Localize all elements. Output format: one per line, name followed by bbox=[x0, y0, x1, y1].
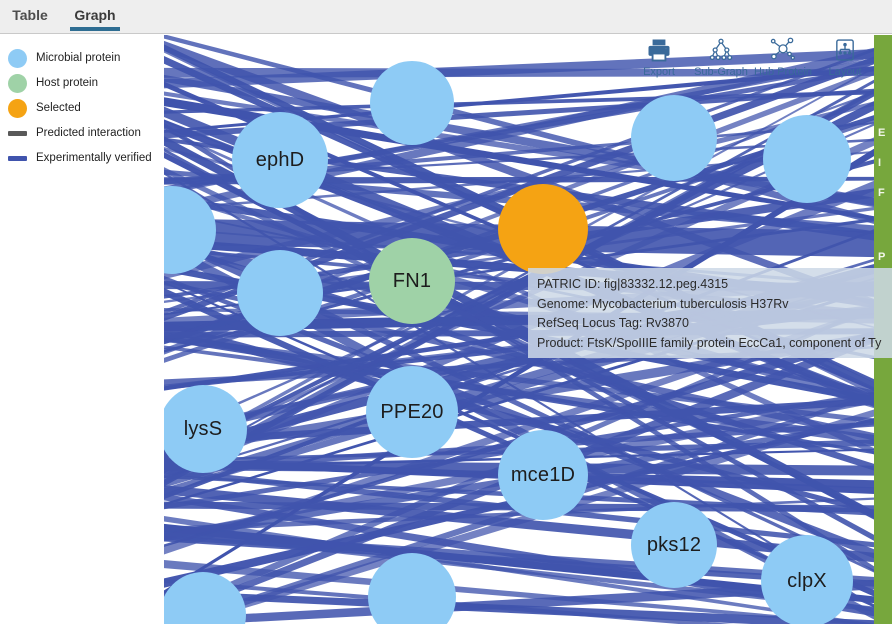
graph-node-fn1[interactable]: FN1 bbox=[369, 238, 455, 324]
tooltip-line-genome: Genome: Mycobacterium tuberculosis H37Rv bbox=[537, 296, 789, 311]
green-bar-fragment-4: P bbox=[878, 251, 886, 263]
tab-graph-label: Graph bbox=[74, 7, 116, 23]
graph-node-label: mce1D bbox=[510, 463, 576, 486]
legend-panel: Microbial protein Host protein Selected … bbox=[0, 34, 164, 624]
layout-label: Layout bbox=[828, 66, 862, 78]
graph-node-label: PPE20 bbox=[380, 400, 444, 423]
green-bar-fragment-1: E bbox=[878, 127, 886, 139]
hub-protein-label: Hub Protein bbox=[753, 66, 813, 78]
sub-graph-button[interactable]: Sub-Graph bbox=[690, 36, 752, 86]
predicted-interaction-icon bbox=[8, 131, 27, 136]
export-button[interactable]: Export bbox=[628, 36, 690, 86]
export-label: Export bbox=[643, 66, 675, 78]
node-tooltip: PATRIC ID: fig|83332.12.peg.4315 Genome:… bbox=[528, 268, 892, 358]
graph-node-clpx[interactable]: clpX bbox=[761, 535, 853, 624]
graph-node-pks12[interactable]: pks12 bbox=[631, 502, 717, 588]
graph-node-n7[interactable] bbox=[237, 250, 323, 336]
graph-node-label: pks12 bbox=[646, 533, 702, 556]
graph-node-label: clpX bbox=[787, 569, 827, 592]
tooltip-line-product: Product: FtsK/SpoIIIE family protein Ecc… bbox=[537, 335, 882, 350]
host-protein-icon bbox=[8, 74, 27, 93]
hub-protein-button[interactable]: Hub Protein bbox=[752, 36, 814, 86]
graph-toolbar: Export Sub-Graph Hub Protein Layout bbox=[628, 36, 876, 86]
tooltip-line-patric-id: PATRIC ID: fig|83332.12.peg.4315 bbox=[537, 277, 729, 291]
subgraph-icon bbox=[690, 36, 752, 66]
graph-node-n5[interactable] bbox=[763, 115, 851, 203]
green-bar-fragment-2: I bbox=[878, 157, 882, 169]
legend-label-predicted-interaction: Predicted interaction bbox=[36, 127, 141, 139]
legend-item-microbial-protein: Microbial protein bbox=[0, 47, 164, 69]
tab-table[interactable]: Table bbox=[8, 0, 52, 34]
graph-node-ephd[interactable]: ephD bbox=[232, 112, 328, 208]
microbial-protein-icon bbox=[8, 49, 27, 68]
legend-item-experimentally-verified: Experimentally verified bbox=[0, 147, 164, 169]
hub-protein-icon bbox=[752, 36, 814, 66]
graph-node-n3[interactable] bbox=[370, 61, 454, 145]
layout-icon bbox=[814, 36, 876, 66]
green-bar-fragment-3: F bbox=[878, 187, 885, 199]
tooltip-line-locus-tag: RefSeq Locus Tag: Rv3870 bbox=[537, 316, 689, 330]
legend-label-experimentally-verified: Experimentally verified bbox=[36, 152, 152, 164]
legend-label-selected: Selected bbox=[36, 102, 81, 114]
sub-graph-label: Sub-Graph bbox=[694, 66, 748, 78]
selected-node-icon bbox=[8, 99, 27, 118]
graph-node-label: ephD bbox=[255, 148, 305, 171]
legend-item-predicted-interaction: Predicted interaction bbox=[0, 122, 164, 144]
legend-label-host-protein: Host protein bbox=[36, 77, 99, 89]
tab-table-label: Table bbox=[12, 7, 48, 23]
layout-button[interactable]: Layout bbox=[814, 36, 876, 86]
legend-item-selected: Selected bbox=[0, 97, 164, 119]
graph-node-ppe20[interactable]: PPE20 bbox=[366, 366, 458, 458]
legend-item-host-protein: Host protein bbox=[0, 72, 164, 94]
tab-graph[interactable]: Graph bbox=[70, 0, 120, 34]
graph-node-label: lysS bbox=[183, 417, 223, 440]
graph-node-label: FN1 bbox=[392, 269, 432, 292]
legend-label-microbial-protein: Microbial protein bbox=[36, 52, 121, 64]
tab-bar: Graph Table bbox=[0, 0, 892, 34]
graph-node-n4[interactable] bbox=[631, 95, 717, 181]
graph-node-n6[interactable] bbox=[498, 184, 588, 274]
tab-active-underline bbox=[70, 27, 120, 31]
printer-icon bbox=[628, 36, 690, 66]
graph-node-mce1d[interactable]: mce1D bbox=[498, 430, 588, 520]
experimentally-verified-icon bbox=[8, 156, 27, 161]
